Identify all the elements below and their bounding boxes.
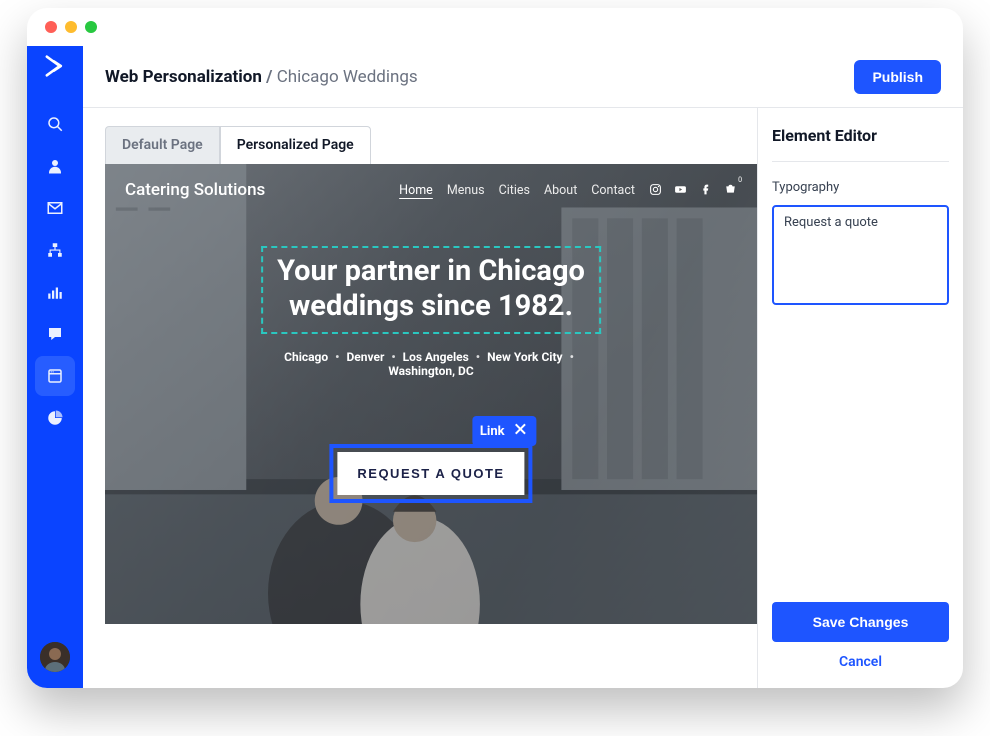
preview-nav: Catering Solutions Home Menus Cities Abo…: [125, 180, 737, 200]
facebook-icon[interactable]: [699, 181, 712, 200]
goals-icon[interactable]: [35, 272, 75, 312]
reports-icon[interactable]: [35, 398, 75, 438]
window-close-dot[interactable]: [45, 21, 57, 33]
headline-selection-box[interactable]: Your partner in Chicago weddings since 1…: [261, 246, 601, 334]
preview-brand: Catering Solutions: [125, 180, 265, 200]
window-zoom-dot[interactable]: [85, 21, 97, 33]
tab-personalized-page[interactable]: Personalized Page: [220, 126, 371, 164]
element-editor: Element Editor Typography Save Changes C…: [757, 108, 963, 688]
app-window: Web Personalization / Chicago Weddings P…: [27, 8, 963, 688]
page-header: Web Personalization / Chicago Weddings P…: [83, 46, 963, 108]
breadcrumb-section: Web Personalization: [105, 67, 262, 87]
preview-background: [105, 164, 757, 624]
instagram-icon[interactable]: [649, 181, 662, 200]
app-logo[interactable]: [41, 52, 69, 80]
cancel-button[interactable]: Cancel: [772, 654, 949, 674]
cart-icon[interactable]: 0: [724, 181, 737, 200]
preview-hero: Your partner in Chicago weddings since 1…: [144, 246, 718, 378]
chat-icon[interactable]: [35, 314, 75, 354]
search-icon[interactable]: [35, 104, 75, 144]
user-icon[interactable]: [35, 146, 75, 186]
nav-link-contact[interactable]: Contact: [591, 183, 635, 198]
cart-badge: 0: [738, 176, 742, 184]
close-icon[interactable]: [513, 421, 529, 441]
link-pill: Link: [472, 416, 537, 446]
youtube-icon[interactable]: [674, 181, 687, 200]
mac-titlebar: [27, 8, 963, 46]
hero-cities: Chicago • Denver • Los Angeles • New Yor…: [144, 350, 718, 378]
nav-link-menus[interactable]: Menus: [447, 183, 485, 198]
save-changes-button[interactable]: Save Changes: [772, 602, 949, 642]
request-quote-button[interactable]: REQUEST A QUOTE: [337, 452, 524, 495]
pages-icon[interactable]: [35, 356, 75, 396]
page-preview: Catering Solutions Home Menus Cities Abo…: [105, 164, 757, 624]
mail-icon[interactable]: [35, 188, 75, 228]
editor-title: Element Editor: [772, 126, 949, 162]
publish-button[interactable]: Publish: [854, 60, 941, 94]
app-body: Web Personalization / Chicago Weddings P…: [27, 46, 963, 688]
typography-label: Typography: [772, 180, 949, 195]
breadcrumb-sep: /: [266, 67, 277, 87]
link-pill-label[interactable]: Link: [480, 424, 505, 439]
nav-link-about[interactable]: About: [544, 183, 577, 198]
tabs: Default Page Personalized Page: [105, 126, 757, 164]
avatar[interactable]: [40, 642, 70, 672]
cta-selection-box[interactable]: REQUEST A QUOTE: [329, 444, 532, 503]
nav-link-cities[interactable]: Cities: [499, 183, 530, 198]
typography-textarea[interactable]: [772, 205, 949, 305]
preview-nav-links: Home Menus Cities About Contact: [399, 183, 635, 198]
content: Default Page Personalized Page: [83, 108, 963, 688]
nav-link-home[interactable]: Home: [399, 183, 433, 198]
breadcrumb: Web Personalization / Chicago Weddings: [105, 67, 418, 87]
sidebar: [27, 46, 83, 688]
sitemap-icon[interactable]: [35, 230, 75, 270]
tab-default-page[interactable]: Default Page: [105, 126, 220, 164]
breadcrumb-page: Chicago Weddings: [277, 67, 418, 87]
canvas: Default Page Personalized Page: [83, 108, 757, 688]
cta-selection-wrap: Link REQUEST A QUOTE: [329, 416, 532, 503]
window-minimize-dot[interactable]: [65, 21, 77, 33]
headline: Your partner in Chicago weddings since 1…: [277, 254, 585, 324]
preview-nav-icons: 0: [649, 181, 737, 200]
main: Web Personalization / Chicago Weddings P…: [83, 46, 963, 688]
